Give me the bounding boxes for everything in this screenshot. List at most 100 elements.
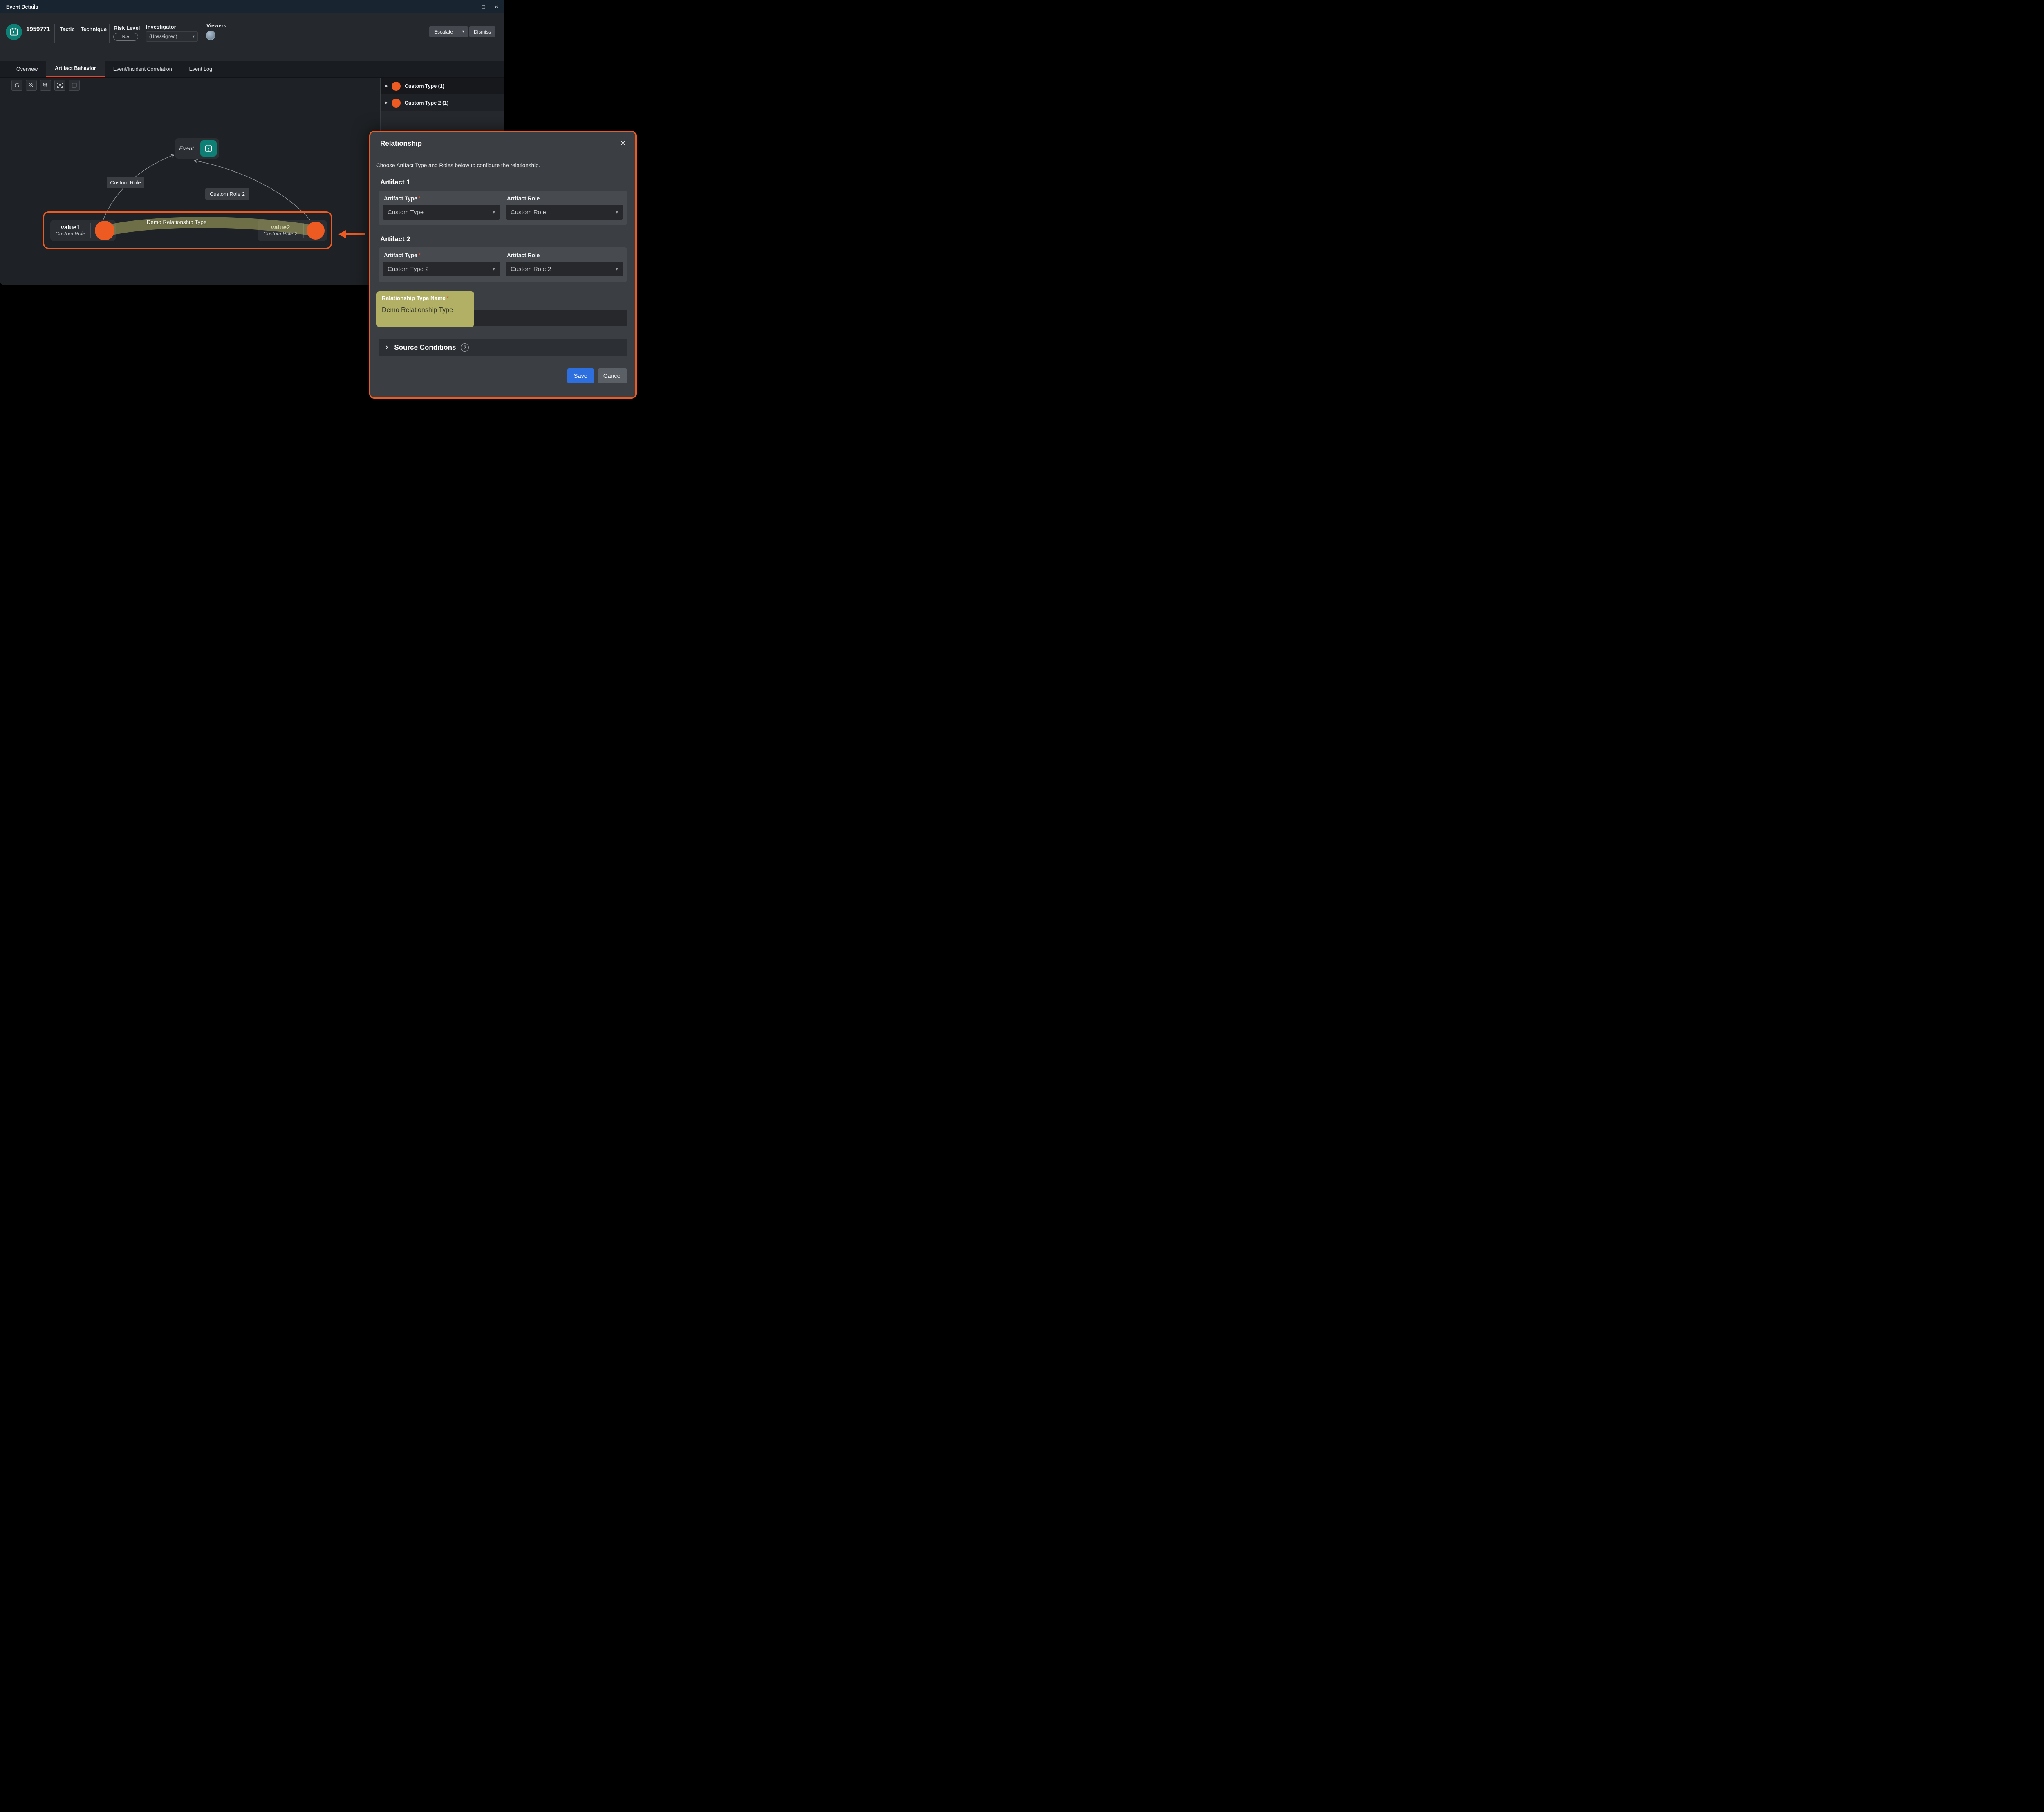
required-marker: * [447, 295, 449, 301]
relationship-type-value[interactable]: Demo Relationship Type [382, 307, 474, 314]
viewers-label: Viewers [206, 22, 226, 29]
escalate-button-group: Escalate ▾ [429, 26, 468, 37]
event-id: 1959771 [26, 26, 50, 33]
relationship-type-highlight: Relationship Type Name* Demo Relationshi… [376, 291, 474, 327]
chevron-down-icon: ▾ [616, 209, 618, 215]
artifact1-type-select[interactable]: Custom Type ▾ [383, 205, 500, 220]
chevron-right-icon: › [385, 343, 388, 351]
artifact-role: Custom Role 2 [264, 231, 298, 237]
maximize-icon[interactable]: □ [482, 4, 485, 9]
zoom-in-icon[interactable] [26, 80, 37, 91]
risk-level-badge: N/A [113, 33, 138, 41]
select-value: Custom Role 2 [511, 266, 551, 273]
event-calendar-icon [200, 140, 217, 157]
artifact-role-label: Artifact Role [507, 252, 623, 258]
divider [54, 24, 55, 43]
source-conditions-label: Source Conditions [394, 343, 456, 352]
chevron-down-icon: ▾ [616, 266, 618, 272]
chevron-down-icon: ▾ [493, 209, 495, 215]
source-conditions-toggle[interactable]: › Source Conditions ? [379, 339, 627, 356]
event-header: 1959771 Tactic Technique Risk Level N/A … [0, 13, 504, 61]
event-node[interactable]: Event [175, 138, 219, 159]
artifact1-role-select[interactable]: Custom Role ▾ [506, 205, 623, 220]
tab-artifact-behavior[interactable]: Artifact Behavior [46, 61, 105, 77]
divider [109, 24, 110, 43]
artifact2-heading: Artifact 2 [370, 235, 635, 243]
chevron-down-icon: ▾ [193, 34, 195, 39]
artifact1-card: Artifact Type* Custom Type ▾ Artifact Ro… [379, 191, 627, 225]
artifact-value: value1 [61, 224, 80, 231]
custom-type-2-node-icon[interactable] [307, 222, 325, 240]
caret-right-icon: ▶ [385, 84, 388, 88]
investigator-select[interactable]: (Unassigned) ▾ [146, 31, 198, 42]
close-icon[interactable]: × [495, 4, 498, 9]
artifact1-role-field: Artifact Role Custom Role ▾ [506, 195, 623, 220]
select-value: Custom Type 2 [388, 266, 429, 273]
tab-event-incident-correlation[interactable]: Event/Incident Correlation [105, 61, 181, 77]
legend-item-custom-type-2[interactable]: ▶ Custom Type 2 (1) [381, 94, 504, 111]
legend-item-custom-type[interactable]: ▶ Custom Type (1) [381, 78, 504, 94]
legend-label: Custom Type (1) [405, 83, 444, 89]
event-calendar-icon [6, 24, 22, 40]
viewer-avatar [206, 31, 215, 40]
artifact-type-label: Artifact Type* [384, 195, 500, 202]
artifact-role-label: Artifact Role [507, 195, 623, 202]
panel-description: Choose Artifact Type and Roles below to … [376, 162, 630, 168]
artifact2-type-field: Artifact Type* Custom Type 2 ▾ [383, 252, 500, 276]
investigator-value: (Unassigned) [149, 34, 177, 39]
frame-icon[interactable] [69, 80, 80, 91]
tab-label: Overview [16, 66, 38, 72]
required-marker: * [419, 252, 421, 258]
artifact1-type-field: Artifact Type* Custom Type ▾ [383, 195, 500, 220]
zoom-out-icon[interactable] [40, 80, 51, 91]
field-label-text: Relationship Type Name [382, 295, 446, 301]
artifact1-heading: Artifact 1 [370, 178, 635, 186]
fit-view-icon[interactable] [54, 80, 65, 91]
tab-label: Artifact Behavior [55, 65, 96, 71]
tab-label: Event/Incident Correlation [113, 66, 172, 72]
field-label-text: Artifact Type [384, 195, 417, 202]
required-marker: * [419, 195, 421, 202]
custom-type-node-icon [392, 99, 401, 108]
chevron-down-icon: ▾ [462, 29, 464, 34]
artifact2-role-select[interactable]: Custom Role 2 ▾ [506, 262, 623, 276]
panel-actions: Save Cancel [379, 368, 627, 383]
tab-event-log[interactable]: Event Log [181, 61, 221, 77]
help-icon[interactable]: ? [461, 343, 469, 352]
technique-label: Technique [81, 26, 107, 32]
close-icon[interactable]: × [621, 139, 625, 148]
edge-label-text: Custom Role 2 [210, 191, 245, 197]
tab-bar: Overview Artifact Behavior Event/Inciden… [0, 61, 504, 78]
custom-type-node-icon[interactable] [95, 221, 114, 240]
relationship-panel: Relationship × Choose Artifact Type and … [369, 131, 637, 399]
save-button[interactable]: Save [567, 368, 594, 383]
escalate-button[interactable]: Escalate [429, 26, 458, 37]
artifact2-role-field: Artifact Role Custom Role 2 ▾ [506, 252, 623, 276]
tab-overview[interactable]: Overview [8, 61, 46, 77]
artifact2-type-select[interactable]: Custom Type 2 ▾ [383, 262, 500, 276]
graph-toolbar [11, 80, 80, 91]
artifact2-card: Artifact Type* Custom Type 2 ▾ Artifact … [379, 247, 627, 282]
artifact-type-label: Artifact Type* [384, 252, 500, 258]
custom-type-node-icon [392, 82, 401, 91]
tab-label: Event Log [189, 66, 212, 72]
dismiss-button[interactable]: Dismiss [469, 26, 495, 37]
edge-label-custom-role-2[interactable]: Custom Role 2 [205, 188, 249, 200]
chevron-down-icon: ▾ [493, 266, 495, 272]
event-node-label: Event [175, 145, 198, 152]
screen: Event Details – □ × 195 [0, 0, 641, 400]
refresh-icon[interactable] [11, 80, 22, 91]
tactic-label: Tactic [60, 26, 75, 32]
minimize-icon[interactable]: – [469, 4, 472, 9]
relationship-type-label: Relationship Type Name* [382, 295, 474, 301]
edge-value1-event [101, 155, 174, 226]
field-label-text: Artifact Type [384, 252, 417, 258]
select-value: Custom Role [511, 209, 546, 216]
cancel-button[interactable]: Cancel [598, 368, 627, 383]
artifact-role: Custom Role [56, 231, 85, 237]
artifact-value: value2 [271, 224, 290, 231]
relationship-panel-header: Relationship × [370, 132, 635, 155]
edge-label-custom-role[interactable]: Custom Role [107, 177, 144, 188]
escalate-dropdown-button[interactable]: ▾ [458, 26, 468, 37]
relationship-type-field: Relationship Type Name* Demo Relationshi… [379, 294, 627, 328]
